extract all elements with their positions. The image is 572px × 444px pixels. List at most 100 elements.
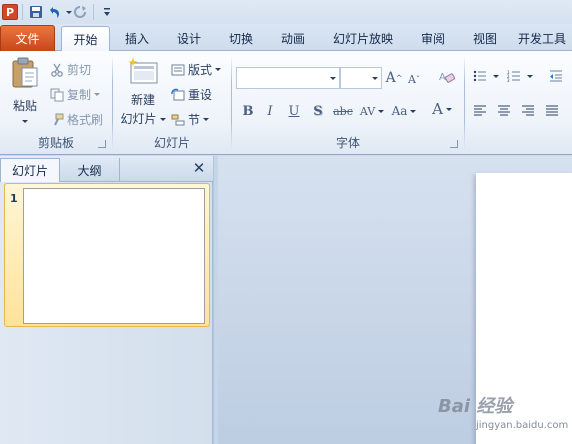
tab-review[interactable]: 审阅 <box>412 26 454 51</box>
save-icon[interactable] <box>27 3 45 21</box>
justify-button[interactable] <box>545 103 562 117</box>
new-slide-button[interactable]: 新建 幻灯片 <box>117 57 169 127</box>
slide-number: 1 <box>10 192 18 205</box>
bold-button[interactable]: B <box>240 101 256 121</box>
new-slide-label-line1: 新建 <box>130 93 155 107</box>
copy-label: 复制 <box>67 88 92 102</box>
bullets-button[interactable] <box>473 69 499 83</box>
font-size-combo[interactable] <box>340 67 382 89</box>
shadow-button[interactable]: S <box>310 101 326 121</box>
tab-transitions[interactable]: 切换 <box>220 26 262 51</box>
slides-pane-tabs: 幻灯片 大纲 ✕ <box>0 156 213 182</box>
tab-outline-pane[interactable]: 大纲 <box>60 158 120 182</box>
shrink-font-button[interactable]: Aˇ <box>406 71 422 87</box>
clipboard-group: 粘贴 剪切 复制 格式刷 剪贴板 <box>0 53 112 153</box>
scissors-icon <box>51 63 63 77</box>
character-spacing-button[interactable]: AV <box>358 101 386 121</box>
paragraph-group: 123 <box>465 53 572 153</box>
clear-formatting-button[interactable]: A <box>436 67 458 87</box>
font-color-button[interactable]: A <box>428 99 456 119</box>
tab-file[interactable]: 文件 <box>0 25 55 51</box>
decrease-indent-button[interactable] <box>549 69 566 83</box>
close-icon[interactable]: ✕ <box>191 159 207 177</box>
tab-slideshow[interactable]: 幻灯片放映 <box>326 26 400 51</box>
format-painter-button[interactable]: 格式刷 <box>50 111 103 128</box>
bullets-icon <box>473 70 486 82</box>
slides-group: 新建 幻灯片 版式 重设 节 幻灯片 <box>113 53 231 153</box>
font-size-dropdown-icon[interactable] <box>369 68 381 88</box>
tab-design[interactable]: 设计 <box>168 26 210 51</box>
reset-icon <box>171 88 185 100</box>
tab-view[interactable]: 视图 <box>464 26 506 51</box>
strikethrough-button[interactable]: abc <box>332 101 354 121</box>
section-label: 节 <box>188 113 201 127</box>
tab-animations[interactable]: 动画 <box>272 26 314 51</box>
paste-icon <box>12 57 38 88</box>
bullets-dropdown-icon[interactable] <box>493 74 499 78</box>
align-left-icon <box>474 105 486 116</box>
slides-group-label: 幻灯片 <box>153 136 190 150</box>
redo-icon[interactable] <box>71 3 89 21</box>
copy-button[interactable]: 复制 <box>50 86 101 103</box>
align-left-button[interactable] <box>473 103 490 117</box>
customize-icon[interactable] <box>98 3 116 21</box>
reset-button[interactable]: 重设 <box>171 86 212 103</box>
layout-label: 版式 <box>188 63 213 77</box>
reset-label: 重设 <box>188 88 213 102</box>
align-center-icon <box>498 105 510 116</box>
cut-label: 剪切 <box>67 63 92 77</box>
italic-button[interactable]: I <box>262 101 278 121</box>
qat-separator <box>22 4 23 20</box>
slide-thumbnail[interactable] <box>23 188 205 324</box>
qat-separator <box>93 4 94 20</box>
align-center-button[interactable] <box>497 103 514 117</box>
clipboard-group-label: 剪贴板 <box>37 136 74 150</box>
ribbon-tab-row: 文件 开始 插入 设计 切换 动画 幻灯片放映 审阅 视图 开发工具 <box>0 24 572 52</box>
font-name-combo[interactable] <box>236 67 340 89</box>
section-icon <box>171 114 185 125</box>
quick-access-toolbar: P <box>0 0 572 24</box>
ribbon: 粘贴 剪切 复制 格式刷 剪贴板 新建 幻灯片 版式 重设 节 幻灯片 A ^ … <box>0 51 572 155</box>
layout-icon <box>171 64 185 75</box>
baidu-watermark: Bai 经验 <box>438 396 513 417</box>
layout-dropdown-icon[interactable] <box>215 68 222 71</box>
grow-font-button[interactable]: A ^ <box>386 69 403 87</box>
underline-button[interactable]: U <box>286 101 302 121</box>
tab-slides-pane[interactable]: 幻灯片 <box>0 158 60 182</box>
numbering-icon: 123 <box>507 70 520 83</box>
new-slide-dropdown-icon[interactable] <box>159 118 166 121</box>
font-launcher-icon[interactable] <box>450 140 458 148</box>
section-button[interactable]: 节 <box>171 111 210 128</box>
copy-icon <box>50 88 64 101</box>
font-name-dropdown-icon[interactable] <box>327 68 339 88</box>
align-right-button[interactable] <box>521 103 538 117</box>
new-slide-label-line2: 幻灯片 <box>120 110 166 127</box>
align-right-icon <box>522 105 534 116</box>
undo-icon[interactable] <box>45 3 63 21</box>
paste-label: 粘贴 <box>12 99 37 113</box>
paste-button[interactable]: 粘贴 <box>6 57 44 127</box>
numbering-dropdown-icon[interactable] <box>527 74 533 78</box>
font-group-label: 字体 <box>335 136 360 150</box>
svg-text:3: 3 <box>507 78 510 83</box>
change-case-button[interactable]: Aa <box>390 101 418 121</box>
format-painter-label: 格式刷 <box>67 113 104 127</box>
undo-dropdown-icon[interactable] <box>63 3 72 21</box>
format-painter-icon <box>54 113 64 125</box>
tab-developer[interactable]: 开发工具 <box>518 26 572 51</box>
section-dropdown-icon[interactable] <box>203 118 210 121</box>
clear-formatting-icon: A <box>439 72 456 83</box>
font-group: A ^ Aˇ A B I U S abc AV Aa A 字体 <box>232 53 464 153</box>
layout-button[interactable]: 版式 <box>171 61 222 78</box>
justify-icon <box>546 105 558 116</box>
numbering-button[interactable]: 123 <box>507 69 533 83</box>
baidu-watermark-url: jingyan.baidu.com <box>476 420 569 431</box>
decrease-indent-icon <box>550 70 562 82</box>
clipboard-launcher-icon[interactable] <box>98 140 106 148</box>
cut-button[interactable]: 剪切 <box>50 61 91 78</box>
powerpoint-icon[interactable]: P <box>2 4 18 20</box>
copy-dropdown-icon[interactable] <box>94 93 101 96</box>
paste-dropdown-icon[interactable] <box>22 120 28 123</box>
tab-home[interactable]: 开始 <box>61 26 110 52</box>
tab-insert[interactable]: 插入 <box>116 26 158 51</box>
